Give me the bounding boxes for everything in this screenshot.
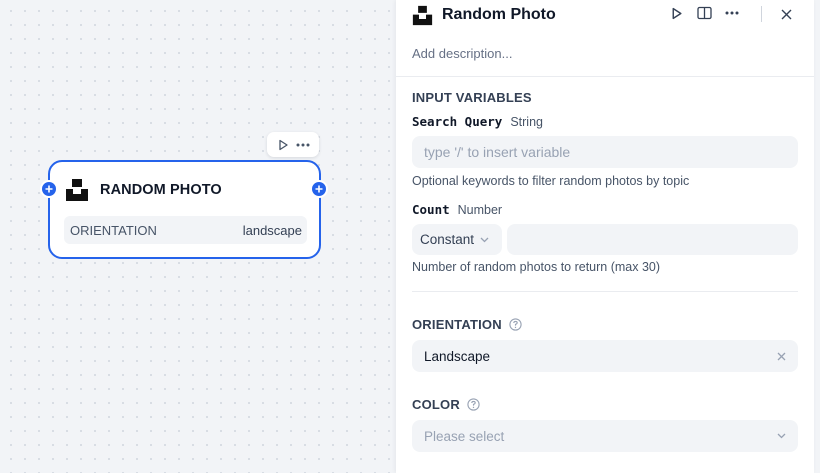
node-output-handle[interactable]	[310, 180, 328, 198]
count-label: Count Number	[412, 202, 502, 217]
orientation-select[interactable]: Landscape	[412, 340, 798, 372]
play-icon	[279, 139, 288, 150]
variable-name: Count	[412, 202, 450, 217]
search-query-placeholder: type '/' to insert variable	[424, 144, 571, 160]
color-select[interactable]: Please select	[412, 420, 798, 452]
orientation-label: ORIENTATION	[412, 317, 522, 332]
help-button[interactable]	[467, 398, 480, 411]
node-settings-panel: Random Photo Add description... INPUT VA…	[396, 0, 814, 473]
plus-icon	[45, 185, 53, 193]
unsplash-logo-icon	[66, 179, 88, 201]
input-variables-label: INPUT VARIABLES	[412, 90, 532, 105]
node-more-button[interactable]	[294, 136, 312, 154]
description-input[interactable]: Add description...	[412, 46, 512, 61]
count-input[interactable]	[507, 224, 798, 255]
color-label: COLOR	[412, 397, 480, 412]
random-photo-node[interactable]: RANDOM PHOTO ORIENTATION landscape	[48, 160, 321, 259]
more-icon	[296, 143, 310, 146]
search-query-hint: Optional keywords to filter random photo…	[412, 174, 690, 188]
header-separator	[761, 6, 762, 22]
panel-title[interactable]: Random Photo	[442, 6, 556, 24]
plus-icon	[315, 185, 323, 193]
run-node-button[interactable]	[274, 136, 292, 154]
node-param-label: ORIENTATION	[70, 222, 157, 238]
divider	[412, 291, 798, 292]
search-query-label: Search Query String	[412, 114, 543, 129]
panel-header-actions	[667, 4, 751, 22]
more-icon	[725, 11, 739, 15]
panel-header: Random Photo	[412, 3, 814, 27]
variable-name: Search Query	[412, 114, 503, 129]
close-icon	[781, 9, 791, 19]
node-input-handle[interactable]	[40, 180, 58, 198]
docs-button[interactable]	[695, 4, 713, 22]
node-header: RANDOM PHOTO	[65, 178, 222, 202]
chevron-down-icon	[480, 237, 489, 242]
help-circle-icon	[509, 318, 522, 331]
orientation-value: Landscape	[424, 348, 491, 364]
node-toolbar	[267, 132, 319, 157]
count-mode-select[interactable]: Constant	[412, 224, 502, 255]
help-circle-icon	[467, 398, 480, 411]
search-query-input[interactable]: type '/' to insert variable	[412, 136, 798, 168]
run-button[interactable]	[667, 4, 685, 22]
close-panel-button[interactable]	[777, 5, 795, 23]
count-hint: Number of random photos to return (max 3…	[412, 260, 661, 274]
clear-orientation-button[interactable]	[777, 352, 786, 361]
chevron-down-icon	[777, 433, 786, 439]
close-icon	[777, 352, 786, 360]
count-mode-value: Constant	[420, 232, 475, 247]
variable-type: Number	[457, 203, 503, 217]
help-button[interactable]	[509, 318, 522, 331]
node-param-row: ORIENTATION landscape	[64, 216, 307, 244]
variable-type: String	[510, 115, 543, 129]
color-placeholder: Please select	[424, 428, 505, 444]
play-icon	[672, 7, 682, 19]
node-title: RANDOM PHOTO	[100, 182, 222, 198]
node-param-value: landscape	[242, 222, 302, 238]
panel-more-button[interactable]	[723, 4, 741, 22]
book-icon	[696, 6, 712, 20]
unsplash-logo-icon	[412, 5, 433, 25]
color-label-text: COLOR	[412, 397, 460, 412]
divider	[396, 76, 814, 77]
orientation-label-text: ORIENTATION	[412, 317, 502, 332]
